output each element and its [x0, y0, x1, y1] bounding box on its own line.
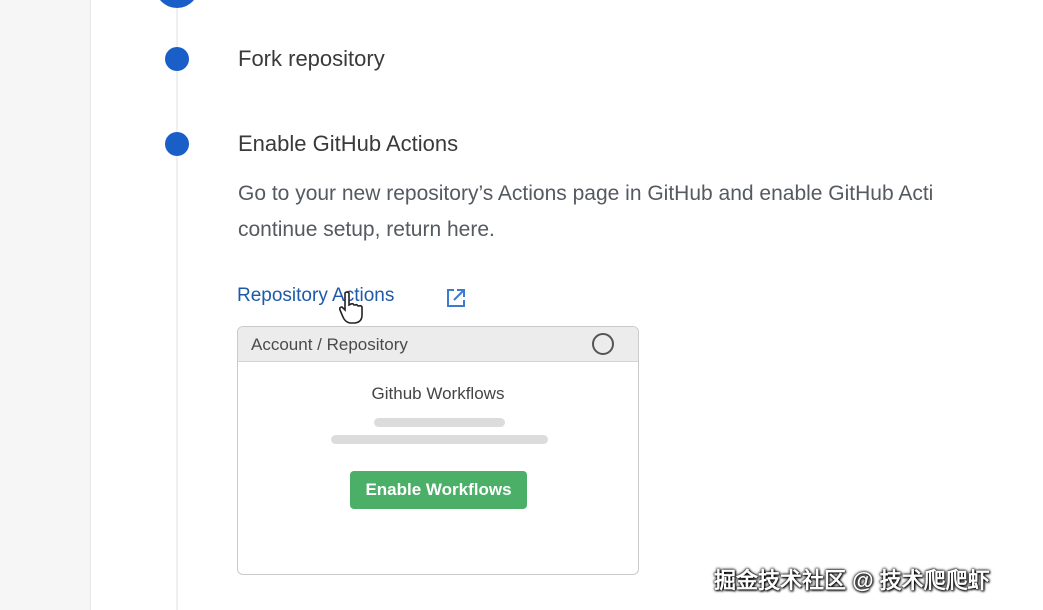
- timeline-line: [176, 0, 178, 610]
- step-title-fork: Fork repository: [238, 46, 385, 71]
- previous-step-dot: [155, 0, 199, 8]
- placeholder-line: [374, 418, 505, 427]
- step-dot-fork: [165, 47, 189, 71]
- watermark: 掘金技术社区 @ 技术爬爬虾: [714, 568, 990, 593]
- window-header-label: Account / Repository: [251, 335, 408, 354]
- window-header: Account / Repository: [238, 327, 638, 362]
- enable-workflows-button[interactable]: Enable Workflows: [350, 471, 527, 509]
- hand-cursor-icon: [338, 291, 363, 324]
- step-description-line-1: Go to your new repository’s Actions page…: [238, 182, 934, 205]
- window-title: Github Workflows: [371, 384, 505, 403]
- circle-icon: [592, 333, 614, 355]
- step-title-enable-actions: Enable GitHub Actions: [238, 131, 459, 156]
- repository-actions-link[interactable]: Repository Actions: [237, 285, 394, 307]
- placeholder-line: [331, 435, 548, 444]
- step-description: Go to your new repository’s Actions page…: [238, 176, 1043, 248]
- left-sidebar: [0, 0, 91, 610]
- step-dot-enable-actions: [165, 132, 189, 156]
- step-description-line-2: continue setup, return here.: [238, 218, 495, 241]
- workflows-window-illustration: Account / Repository Github Workflows En…: [237, 326, 639, 575]
- external-link-icon[interactable]: [445, 287, 467, 309]
